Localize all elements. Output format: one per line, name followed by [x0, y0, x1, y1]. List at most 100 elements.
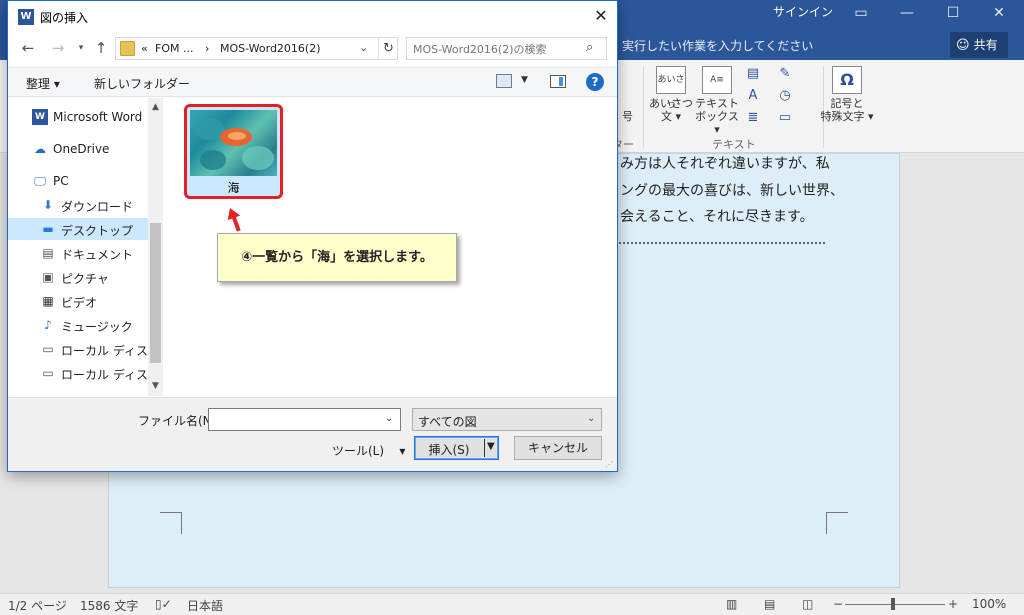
word-count[interactable]: 1586 文字	[80, 597, 138, 614]
nav-item-documents[interactable]: ▤ ドキュメント	[8, 242, 148, 264]
nav-scrollbar[interactable]: ▲ ▼	[148, 98, 163, 396]
chevron-down-icon[interactable]: ▼	[148, 379, 163, 394]
dialog-toolbar: 整理 ▾ 新しいフォルダー ▼ ?	[8, 67, 617, 97]
minimize-icon[interactable]: —	[884, 1, 930, 29]
up-icon[interactable]: ↑	[91, 38, 111, 58]
ribbon-separator	[643, 66, 644, 148]
nav-item-pictures[interactable]: ▣ ピクチャ	[8, 266, 148, 288]
symbol-label: 記号と	[830, 97, 864, 110]
preview-pane-icon[interactable]	[550, 75, 566, 88]
organize-label: 整理	[26, 77, 51, 91]
computer-icon: 🖵	[34, 174, 46, 188]
close-icon[interactable]: ✕	[589, 5, 613, 27]
nav-item-label: デスクトップ	[61, 224, 134, 238]
nav-item-local-disk-d[interactable]: ▭ ローカル ディスク (D	[8, 362, 177, 384]
zoom-in-icon[interactable]: +	[948, 597, 958, 611]
pointer-arrow-icon	[226, 206, 243, 232]
instruction-callout: ④一覧から「海」を選択します。	[217, 233, 457, 282]
word-icon: W	[18, 9, 34, 25]
signature-line-icon[interactable]: ✎	[776, 66, 794, 82]
view-icon[interactable]	[496, 74, 512, 88]
status-bar: 1/2 ページ 1586 文字 ▯✓ 日本語 ▥ ▤ ◫ − + 100%	[0, 593, 1024, 615]
close-window-icon[interactable]: ✕	[976, 1, 1022, 29]
nav-item-label: PC	[53, 174, 69, 188]
page-count[interactable]: 1/2 ページ	[8, 597, 67, 614]
textbox-button[interactable]: A≡ テキスト ボックス ▾	[694, 66, 740, 136]
zoom-out-icon[interactable]: −	[833, 597, 843, 611]
chevron-down-icon[interactable]: ⌄	[359, 41, 368, 54]
ribbon-display-icon[interactable]: ▭	[838, 1, 884, 29]
nav-item-desktop[interactable]: ▬ デスクトップ	[8, 218, 148, 240]
greeting-label: あいさつ	[649, 97, 693, 110]
tools-label: ツール(L)	[332, 444, 385, 458]
filename-input[interactable]: ⌄	[208, 408, 401, 431]
textbox-label: テキスト	[695, 97, 739, 110]
breadcrumb-item[interactable]: FOM ...	[155, 42, 193, 55]
view-dropdown-icon[interactable]: ▼	[521, 75, 528, 85]
file-item-sea[interactable]: 海	[184, 104, 283, 199]
tell-me-box[interactable]: 実行したい作業を入力してください	[622, 37, 813, 54]
signin-link[interactable]: サインイン	[773, 3, 833, 20]
tools-button[interactable]: ツール(L) ▾	[332, 442, 405, 459]
chevron-down-icon[interactable]: ⌄	[385, 413, 393, 424]
wordart-icon[interactable]: A	[744, 88, 762, 104]
back-icon[interactable]: ←	[18, 38, 38, 58]
recent-locations-icon[interactable]: ▾	[71, 38, 91, 58]
read-mode-icon[interactable]: ▥	[726, 597, 737, 611]
nav-item-downloads[interactable]: ⬇ ダウンロード	[8, 194, 148, 216]
refresh-icon[interactable]: ↻	[378, 38, 398, 59]
search-box[interactable]: ⌕	[406, 37, 607, 60]
nav-item-microsoft-word[interactable]: W Microsoft Word	[8, 106, 148, 128]
organize-button[interactable]: 整理 ▾	[26, 75, 60, 92]
textbox-label-2: ボックス	[695, 110, 739, 123]
date-time-icon[interactable]: ◷	[776, 88, 794, 104]
cancel-button[interactable]: キャンセル	[514, 436, 602, 460]
navigation-pane: W Microsoft Word ☁ OneDrive 🖵 PC ⬇ ダウンロー…	[8, 98, 178, 396]
greeting-button[interactable]: あいさつ あいさつ 文 ▾	[648, 66, 694, 123]
symbol-button[interactable]: Ω 記号と 特殊文字 ▾	[816, 66, 878, 123]
object-icon[interactable]: ▭	[776, 110, 794, 126]
web-layout-icon[interactable]: ◫	[802, 597, 813, 611]
dropcap-icon[interactable]: ≣	[744, 110, 762, 126]
insert-button[interactable]: 挿入(S) ▼	[414, 436, 499, 460]
omega-icon: Ω	[832, 66, 862, 94]
breadcrumb-separator-icon[interactable]: ›	[205, 42, 209, 55]
proofing-icon[interactable]: ▯✓	[155, 597, 172, 611]
share-button[interactable]: ☺ 共有	[950, 32, 1008, 58]
zoom-slider[interactable]	[845, 604, 945, 605]
nav-item-label: Microsoft Word	[53, 110, 143, 124]
quick-parts-icon[interactable]: ▤	[744, 66, 762, 82]
page-corner-mark	[826, 512, 848, 534]
nav-item-pc[interactable]: 🖵 PC	[8, 170, 148, 192]
file-type-filter[interactable]: すべての図 ⌄	[412, 408, 602, 431]
print-layout-icon[interactable]: ▤	[764, 597, 775, 611]
nav-item-label: ビデオ	[61, 296, 98, 310]
scrollbar-thumb[interactable]	[150, 223, 161, 363]
address-bar[interactable]: « FOM ... › MOS-Word2016(2) ⌄ ↻	[115, 37, 398, 60]
help-icon[interactable]: ?	[586, 73, 604, 91]
document-line-2: ングの最大の喜びは、新しい世界、	[620, 183, 844, 199]
breadcrumb-item[interactable]: MOS-Word2016(2)	[220, 42, 321, 55]
new-folder-button[interactable]: 新しいフォルダー	[94, 75, 190, 92]
dialog-titlebar[interactable]: W 図の挿入 ✕	[8, 1, 617, 32]
video-icon: ▦	[42, 294, 54, 308]
search-icon[interactable]: ⌕	[586, 40, 593, 55]
breadcrumb-overflow[interactable]: «	[141, 42, 148, 55]
nav-item-videos[interactable]: ▦ ビデオ	[8, 290, 148, 312]
zoom-slider-thumb[interactable]	[891, 598, 895, 610]
zoom-level[interactable]: 100%	[972, 597, 1006, 611]
page-corner-mark	[160, 512, 182, 534]
forward-icon[interactable]: →	[48, 38, 68, 58]
search-input[interactable]	[413, 41, 578, 57]
resize-grip-icon[interactable]: ⋰	[605, 460, 613, 469]
split-divider	[484, 439, 485, 457]
maximize-icon[interactable]: ☐	[930, 1, 976, 29]
chevron-up-icon[interactable]: ▲	[148, 100, 163, 115]
nav-item-local-disk-c[interactable]: ▭ ローカル ディスク (C	[8, 338, 177, 360]
nav-item-onedrive[interactable]: ☁ OneDrive	[8, 138, 148, 160]
nav-item-music[interactable]: ♪ ミュージック	[8, 314, 148, 336]
language[interactable]: 日本語	[187, 597, 223, 614]
nav-item-label: ピクチャ	[61, 272, 109, 286]
insert-dropdown-icon[interactable]: ▼	[487, 441, 495, 452]
greeting-label-2: 文	[660, 110, 672, 123]
